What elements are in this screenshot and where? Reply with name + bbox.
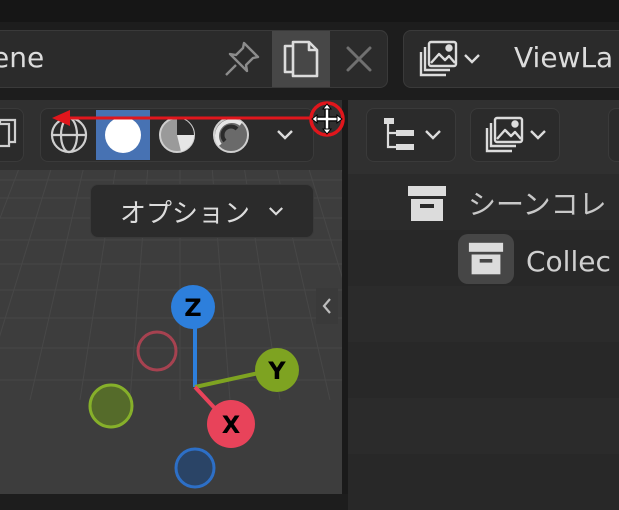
material-preview-button[interactable] — [150, 110, 204, 160]
navigation-gizmo[interactable]: Z Y X — [80, 280, 320, 494]
z-axis-label: Z — [184, 294, 201, 322]
x-axis-label: X — [222, 411, 241, 439]
chevron-down-icon — [464, 54, 480, 64]
collection-box-icon — [468, 242, 504, 275]
pin-icon — [225, 41, 260, 76]
search-filter-button[interactable] — [608, 108, 619, 162]
display-mode-dropdown[interactable] — [366, 108, 456, 162]
xray-icon — [0, 118, 17, 148]
close-icon — [346, 46, 372, 72]
view-layer-browse-button[interactable] — [403, 30, 495, 88]
chevron-left-icon — [322, 298, 331, 314]
new-scene-button[interactable] — [272, 31, 330, 87]
wireframe-shading-button[interactable] — [42, 110, 96, 160]
negative-x-axis-handle[interactable] — [136, 330, 178, 372]
image-stack-icon — [485, 116, 524, 153]
outliner-row — [348, 454, 619, 510]
wireframe-sphere-icon — [50, 116, 88, 154]
copy-icon — [283, 40, 319, 78]
scene-name-text[interactable]: ene — [0, 38, 44, 78]
chevron-down-icon — [269, 206, 283, 216]
options-label: オプション — [119, 198, 250, 229]
shading-options-dropdown[interactable] — [258, 110, 312, 160]
rendered-sphere-icon — [213, 117, 249, 153]
outliner-row — [348, 286, 619, 342]
chevron-down-icon — [530, 130, 546, 140]
xray-toggle-button[interactable] — [0, 108, 24, 162]
menu-strip — [0, 0, 619, 22]
negative-y-axis-handle[interactable] — [88, 383, 134, 429]
view-layer-filter-dropdown[interactable] — [470, 108, 560, 162]
rendered-shading-button[interactable] — [204, 110, 258, 160]
scene-collection-label[interactable]: シーンコレ — [468, 183, 607, 227]
solid-shading-button[interactable] — [96, 110, 150, 160]
chevron-down-icon — [425, 130, 441, 140]
pin-scene-button[interactable] — [214, 32, 270, 86]
collection-icon[interactable] — [458, 234, 514, 284]
delete-scene-button[interactable] — [331, 31, 387, 87]
outliner-row — [348, 398, 619, 454]
y-axis-label: Y — [267, 357, 286, 385]
image-stack-icon — [419, 40, 458, 77]
view-layer-name-text[interactable]: ViewLa — [514, 38, 613, 78]
outliner-tree-icon — [384, 118, 414, 150]
options-dropdown-button[interactable]: オプション — [90, 184, 314, 238]
negative-z-axis-handle[interactable] — [174, 447, 216, 489]
collection-label[interactable]: Collec — [526, 240, 611, 284]
material-sphere-icon — [159, 117, 195, 153]
scene-collection-icon — [408, 186, 446, 221]
outliner-row — [348, 342, 619, 398]
chevron-down-icon — [277, 130, 293, 140]
solid-sphere-icon — [105, 117, 141, 153]
